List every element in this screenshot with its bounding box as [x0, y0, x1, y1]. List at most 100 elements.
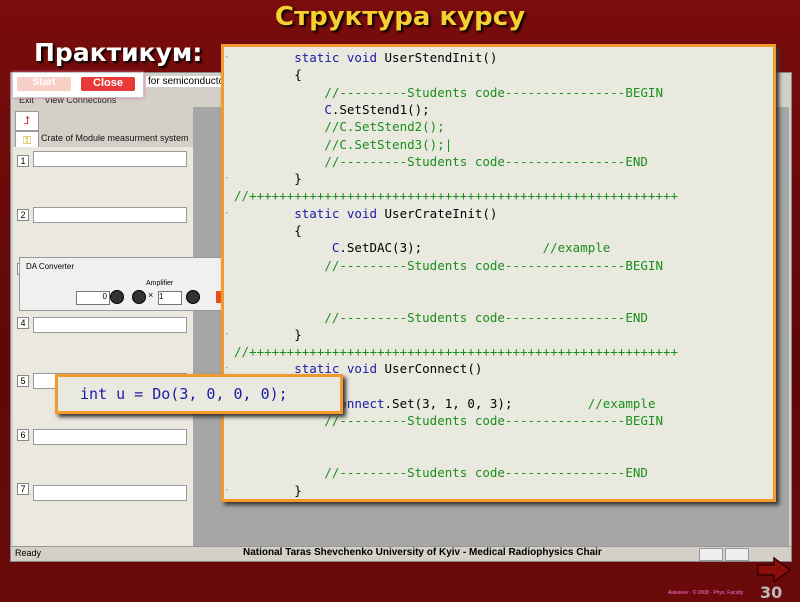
status-panel — [725, 548, 749, 561]
rack-number: 2 — [17, 209, 29, 221]
code-line[interactable]: //---------Students code----------------… — [234, 154, 648, 171]
code-token: //---------Students code----------------… — [324, 413, 663, 429]
code-line[interactable]: } — [234, 483, 302, 500]
close-button[interactable]: Close — [81, 77, 135, 91]
rack-slot-7[interactable] — [33, 485, 187, 501]
callout-code: int u = Do(3, 0, 0, 0); — [80, 385, 288, 403]
slide-subtitle: Практикум: — [34, 38, 203, 67]
status-panel — [699, 548, 723, 561]
code-token: } — [294, 482, 302, 498]
rack-number: 1 — [17, 155, 29, 167]
rack-number: 4 — [17, 317, 29, 329]
code-panel[interactable]: static void UserStendInit() - { //-------… — [221, 44, 776, 502]
fold-marker-icon[interactable]: - — [224, 363, 229, 373]
fold-marker-icon[interactable]: - — [224, 52, 229, 62]
code-token: //---------Students code----------------… — [324, 309, 648, 325]
code-callout: int u = Do(3, 0, 0, 0); — [55, 374, 343, 414]
da-input-field[interactable]: 0 — [76, 291, 110, 305]
code-line[interactable]: static void UserStendInit() — [234, 50, 497, 67]
code-token: C — [324, 101, 332, 117]
code-token: //C.SetStend2(); — [324, 119, 445, 135]
rack-number: 5 — [17, 375, 29, 387]
rack-slot-1[interactable] — [33, 151, 187, 167]
code-token: //---------Students code----------------… — [324, 257, 663, 273]
da-converter-title: DA Converter — [26, 262, 75, 271]
code-token: } — [294, 326, 302, 342]
code-token: //C.SetStend3();| — [324, 136, 453, 152]
code-line[interactable]: } — [234, 327, 302, 344]
code-token: //++++++++++++++++++++++++++++++++++++++… — [234, 188, 679, 204]
code-token: .SetStend1(); — [331, 101, 430, 117]
code-line[interactable]: //---------Students code----------------… — [234, 310, 648, 327]
fold-marker-icon[interactable]: - — [224, 173, 229, 183]
code-line[interactable]: //C.SetStend2(); — [234, 119, 445, 136]
code-token: UserCrateInit() — [384, 205, 498, 221]
status-ready: Ready — [15, 548, 42, 558]
page-number: 30 — [760, 583, 783, 602]
slide-title: Структура курсу — [274, 2, 526, 32]
code-line[interactable]: //++++++++++++++++++++++++++++++++++++++… — [234, 344, 678, 361]
code-line[interactable]: //---------Students code----------------… — [234, 465, 648, 482]
code-token: //++++++++++++++++++++++++++++++++++++++… — [234, 344, 679, 360]
connector-knob-icon[interactable] — [110, 290, 124, 304]
connect-icon[interactable]: ⮥ — [15, 111, 39, 131]
code-line[interactable]: //---------Students code----------------… — [234, 258, 663, 275]
crate-panel: 1 2 3 4 5 6 7 — [13, 147, 194, 547]
toolbar: ⮥ ⚿ — [15, 111, 75, 151]
rack-number: 6 — [17, 429, 29, 441]
code-line[interactable]: //---------Students code----------------… — [234, 85, 663, 102]
da-converter-module[interactable]: DA Converter Amplifier 0 × 1 1 — [19, 257, 235, 311]
footer-credit: Alekseev · © 2008 · Phys. Faculty — [668, 590, 744, 596]
code-token: static void — [294, 205, 385, 221]
code-token: { — [294, 67, 302, 83]
status-bar: Ready National Taras Shevchenko Universi… — [11, 546, 791, 561]
start-close-popup: Start Close — [12, 72, 144, 98]
code-line[interactable]: C.SetStend1(); — [234, 101, 430, 119]
code-line[interactable]: //++++++++++++++++++++++++++++++++++++++… — [234, 188, 678, 205]
window-title-fragment: for semiconductor — [146, 76, 230, 87]
code-line[interactable]: { — [234, 67, 302, 84]
code-token: } — [294, 171, 302, 187]
next-slide-arrow-icon[interactable] — [756, 556, 792, 584]
code-token: //example — [587, 396, 656, 411]
code-line[interactable]: { — [234, 223, 302, 240]
fold-marker-icon[interactable]: - — [224, 329, 229, 339]
code-line[interactable]: C.SetDAC(3); //example — [234, 240, 610, 257]
code-token: //---------Students code----------------… — [324, 465, 648, 481]
fold-marker-icon[interactable]: - — [224, 485, 229, 495]
code-token: .SetDAC(3); — [339, 240, 543, 256]
rack-slot-4[interactable] — [33, 317, 187, 333]
connector-knob-icon[interactable] — [132, 290, 146, 304]
code-line[interactable]: //C.SetStend3();| — [234, 137, 452, 154]
gain-field[interactable]: 1 — [158, 291, 182, 305]
amplifier-label: Amplifier — [146, 280, 174, 287]
fold-marker-icon[interactable]: - — [224, 208, 229, 218]
module-title: Crate of Module measurment system — [41, 133, 189, 143]
rack-slot-6[interactable] — [33, 429, 187, 445]
rack-slot-2[interactable] — [33, 207, 187, 223]
start-button[interactable]: Start — [17, 77, 71, 91]
code-line[interactable]: static void UserCrateInit() — [234, 206, 497, 223]
code-token: //---------Students code----------------… — [324, 84, 663, 100]
rack-number: 7 — [17, 483, 29, 495]
code-token: //example — [542, 240, 611, 256]
multiply-sign: × — [148, 290, 154, 300]
status-university: National Taras Shevchenko University of … — [243, 547, 602, 558]
connector-knob-icon[interactable] — [186, 290, 200, 304]
code-line[interactable]: //---------Students code----------------… — [234, 413, 663, 430]
code-line[interactable]: } — [234, 171, 302, 188]
